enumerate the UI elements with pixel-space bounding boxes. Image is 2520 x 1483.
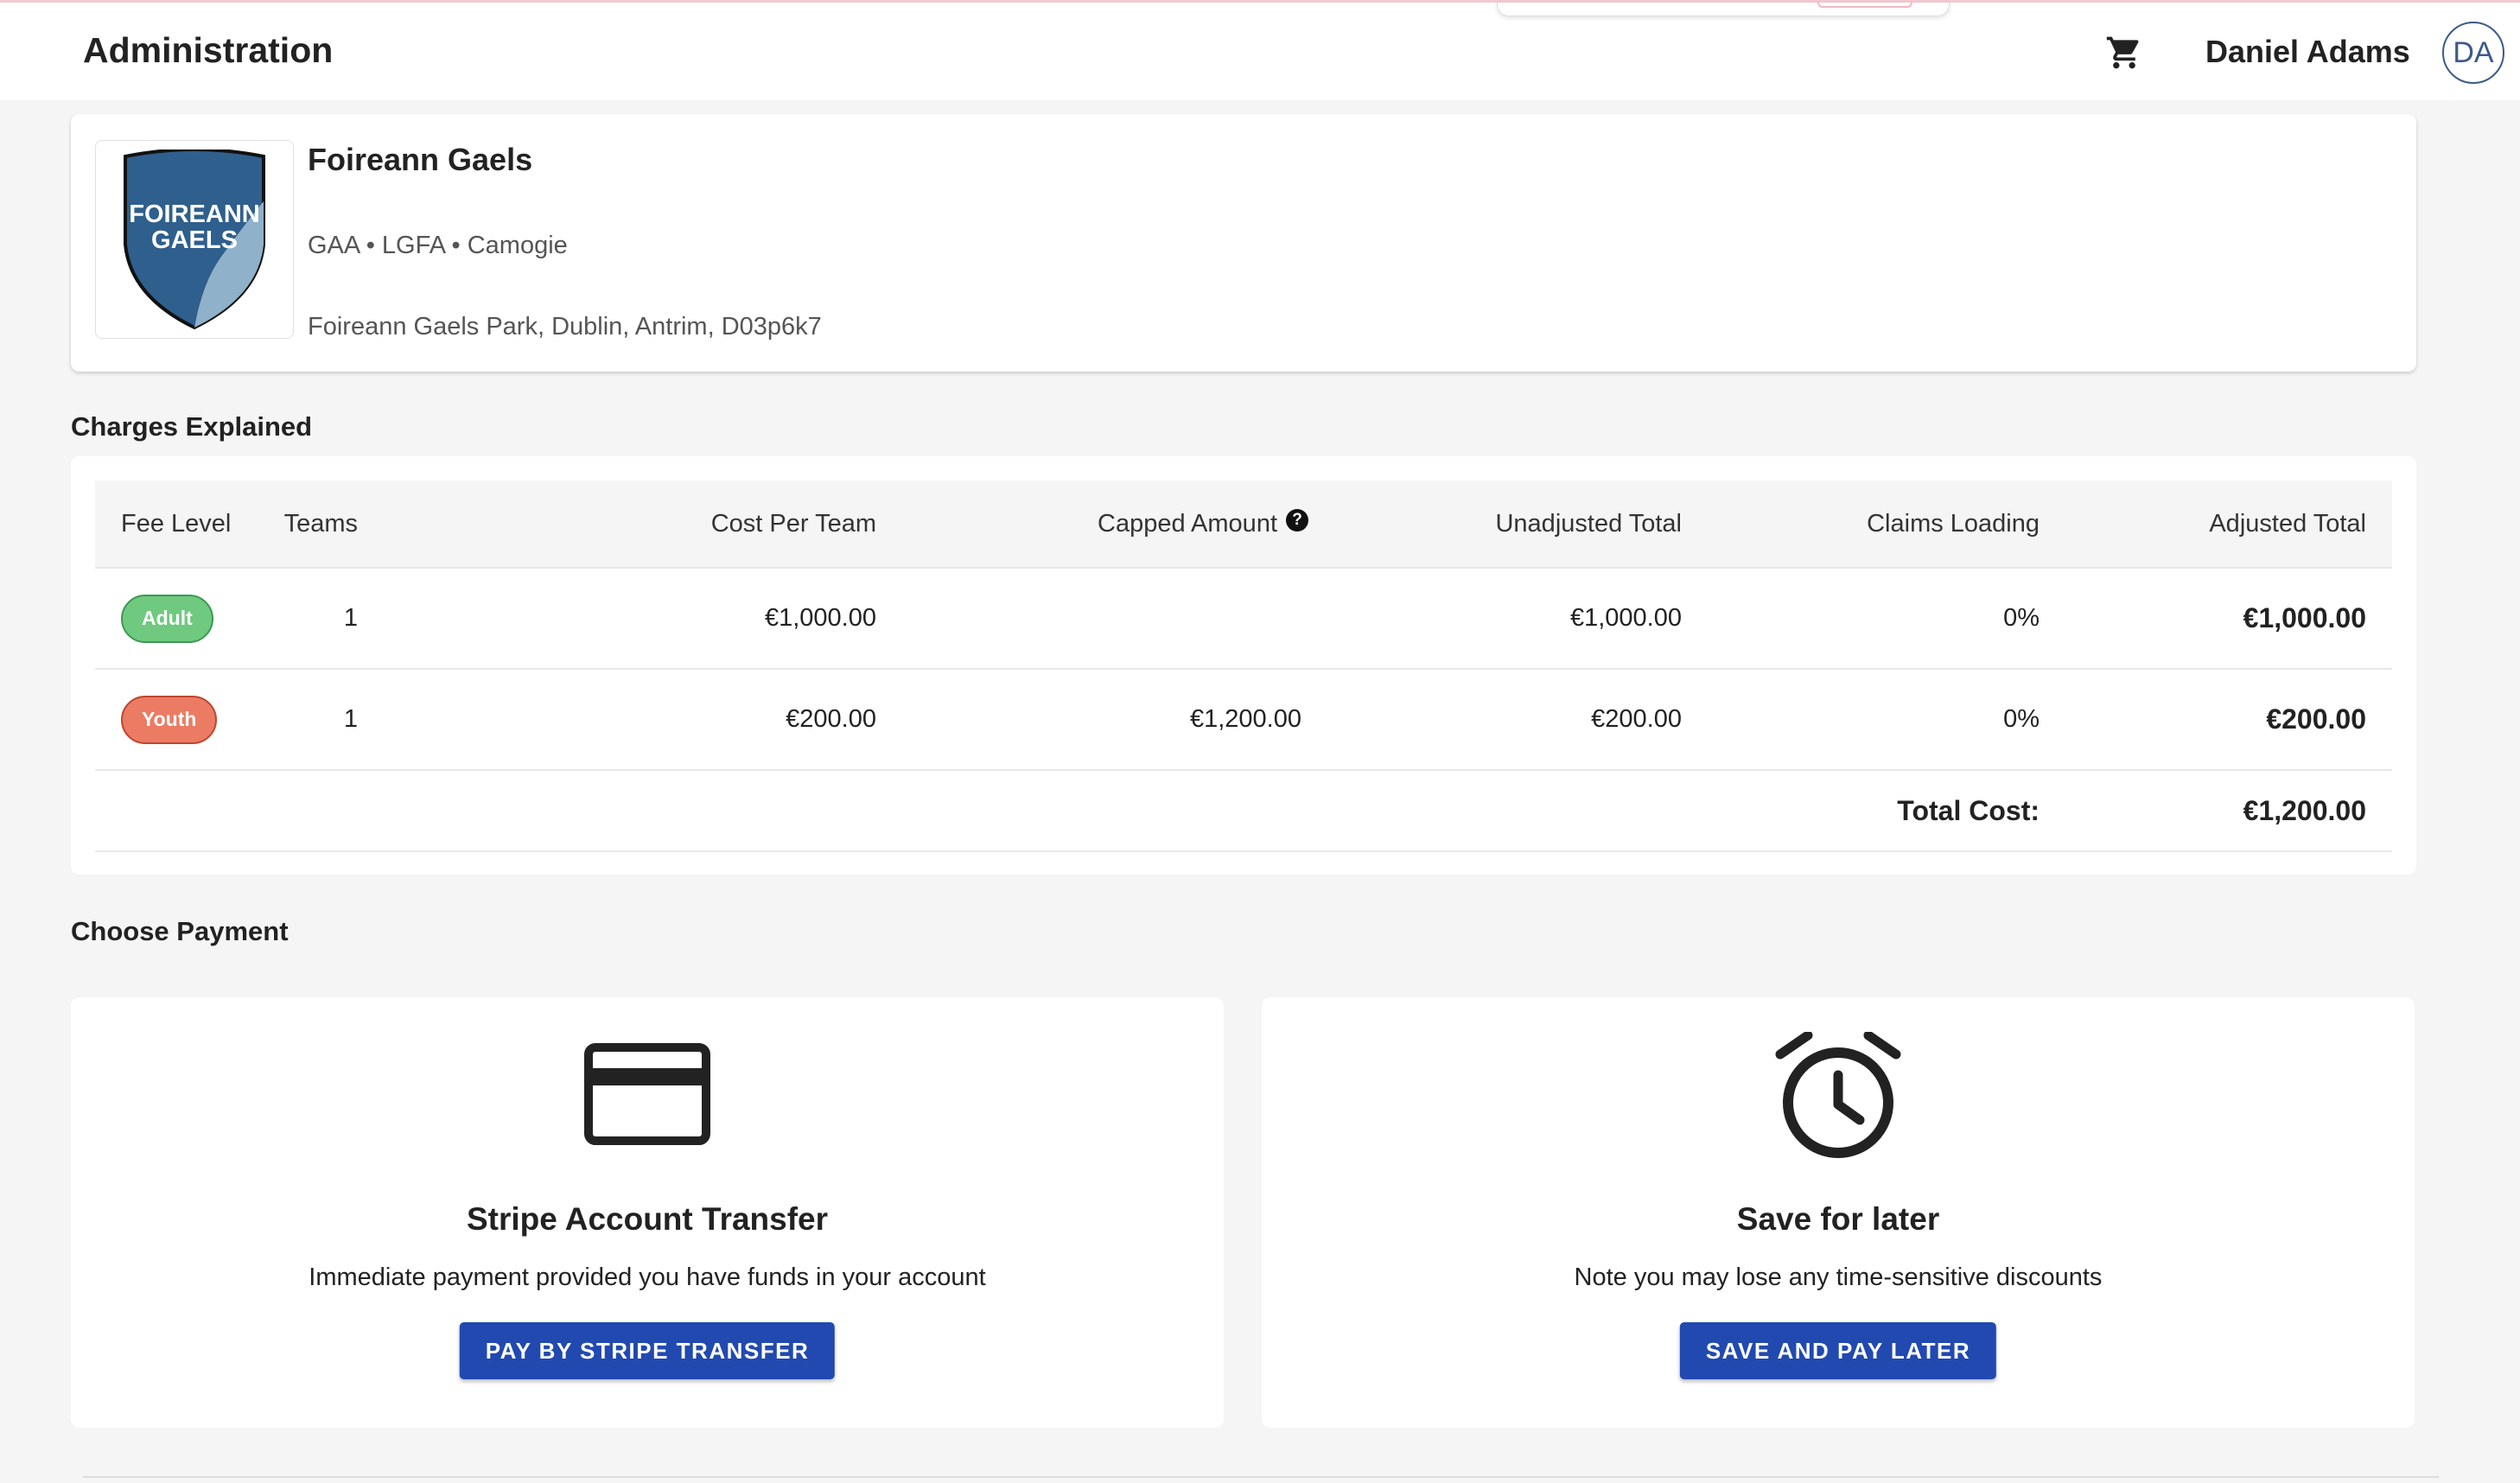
total-cost-value: €1,200.00 — [2243, 794, 2366, 826]
club-address: Foireann Gaels Park, Dublin, Antrim, D03… — [308, 313, 822, 341]
col-cost-per-team: Cost Per Team — [710, 509, 876, 538]
charges-section-title: Charges Explained — [71, 411, 313, 442]
table-header: Fee Level Teams Cost Per Team Capped Amo… — [95, 481, 2392, 569]
pay-by-stripe-button[interactable]: PAY BY STRIPE TRANSFER — [459, 1322, 836, 1379]
user-name[interactable]: Daniel Adams — [2205, 34, 2410, 70]
save-and-pay-later-button[interactable]: SAVE AND PAY LATER — [1679, 1322, 1997, 1379]
unadjusted-total-cell: €200.00 — [1591, 705, 1682, 733]
payment-option-title: Save for later — [1736, 1201, 1940, 1237]
capped-amount-cell: €1,200.00 — [1189, 705, 1301, 733]
col-capped-amount: Capped Amount ? — [1098, 481, 1308, 567]
club-crest: FOIREANN GAELS — [95, 140, 294, 339]
payment-option-title: Stripe Account Transfer — [466, 1201, 829, 1237]
col-capped-amount-label: Capped Amount — [1098, 509, 1277, 538]
avatar[interactable]: DA — [2442, 22, 2504, 84]
col-unadjusted-total: Unadjusted Total — [1495, 509, 1682, 538]
col-teams: Teams — [283, 509, 358, 538]
footer-divider — [83, 1476, 2439, 1478]
payment-section-title: Choose Payment — [71, 916, 289, 946]
fee-level-cell: Youth — [121, 670, 218, 769]
teams-cell: 1 — [343, 705, 358, 733]
notification-popup-edge — [1497, 3, 1950, 16]
cost-per-team-cell: €1,000.00 — [764, 604, 876, 632]
shopping-cart-icon[interactable] — [2105, 34, 2143, 72]
svg-text:GAELS: GAELS — [151, 226, 238, 254]
col-fee-level: Fee Level — [121, 509, 232, 538]
claims-loading-cell: 0% — [2003, 604, 2040, 632]
col-adjusted-total: Adjusted Total — [2209, 509, 2366, 538]
table-row: Youth 1 €200.00 €1,200.00 €200.00 0% €20… — [95, 670, 2392, 771]
alarm-clock-icon — [1775, 1032, 1901, 1158]
top-app-bar: Administration Daniel Adams DA — [0, 0, 2520, 100]
shield-crest-icon: FOIREANN GAELS — [124, 150, 265, 330]
claims-loading-cell: 0% — [2003, 705, 2040, 733]
club-info-card: FOIREANN GAELS Foireann Gaels GAA • LGFA… — [71, 114, 2416, 372]
fee-level-cell: Adult — [121, 569, 213, 668]
payment-option-description: Immediate payment provided you have fund… — [309, 1263, 986, 1291]
payment-option-save-later: Save for later Note you may lose any tim… — [1262, 997, 2415, 1428]
teams-cell: 1 — [343, 604, 358, 632]
svg-text:FOIREANN: FOIREANN — [129, 200, 259, 228]
col-claims-loading: Claims Loading — [1867, 509, 2040, 538]
credit-card-icon — [584, 1043, 710, 1145]
total-cost-label: Total Cost: — [1897, 794, 2040, 826]
question-circle-icon[interactable]: ? — [1286, 509, 1308, 531]
total-row: Total Cost: €1,200.00 — [95, 771, 2392, 852]
payment-option-description: Note you may lose any time-sensitive dis… — [1574, 1263, 2103, 1291]
fee-level-badge-youth: Youth — [121, 695, 218, 744]
fee-level-badge-adult: Adult — [121, 594, 213, 643]
table-row: Adult 1 €1,000.00 €1,000.00 0% €1,000.00 — [95, 569, 2392, 670]
club-name: Foireann Gaels — [308, 142, 533, 177]
unadjusted-total-cell: €1,000.00 — [1569, 604, 1682, 632]
charges-table: Fee Level Teams Cost Per Team Capped Amo… — [95, 481, 2392, 852]
adjusted-total-cell: €200.00 — [2266, 703, 2366, 735]
charges-table-card: Fee Level Teams Cost Per Team Capped Amo… — [71, 456, 2416, 875]
payment-option-stripe: Stripe Account Transfer Immediate paymen… — [71, 997, 1224, 1428]
page-title: Administration — [83, 30, 334, 70]
club-codes: GAA • LGFA • Camogie — [308, 232, 568, 259]
adjusted-total-cell: €1,000.00 — [2243, 602, 2366, 633]
cost-per-team-cell: €200.00 — [786, 705, 876, 733]
